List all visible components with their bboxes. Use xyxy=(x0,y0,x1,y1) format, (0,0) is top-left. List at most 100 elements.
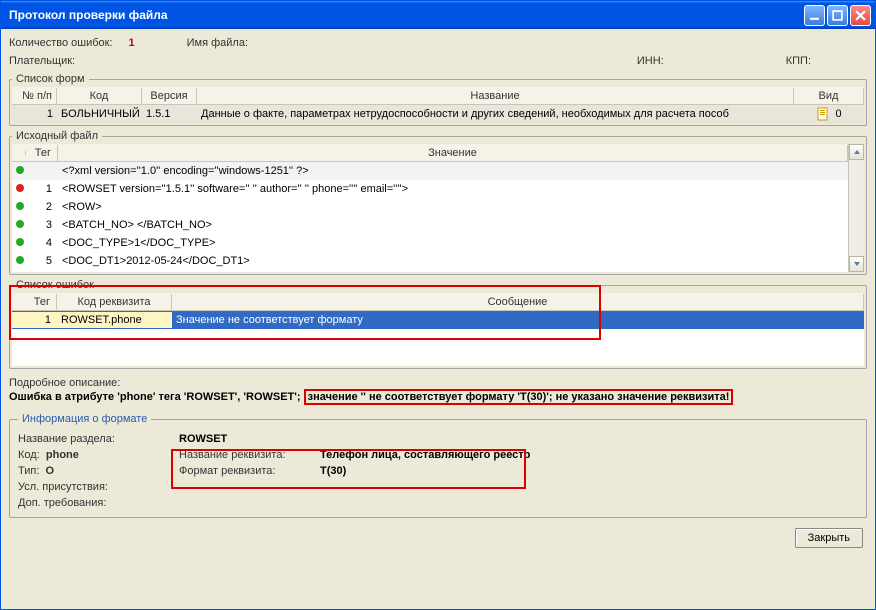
payer-label: Плательщик: xyxy=(9,55,75,67)
detail-area: Подробное описание: Ошибка в атрибуте 'p… xyxy=(9,377,867,403)
errors-fieldset: Список ошибок Тег Код реквизита Сообщени… xyxy=(9,279,867,369)
cell-xml: <ROW> xyxy=(58,199,848,215)
cell-rownum xyxy=(26,169,58,173)
detail-text: Ошибка в атрибуте 'phone' тега 'ROWSET',… xyxy=(9,391,867,403)
status-dot xyxy=(12,235,26,251)
cell-name: Данные о факте, параметрах нетрудоспособ… xyxy=(197,106,794,122)
titlebar-buttons xyxy=(804,5,871,26)
col-err-code[interactable]: Код реквизита xyxy=(57,294,172,310)
detail-emph: значение '' не соответствует формату 'T(… xyxy=(304,389,734,405)
code-value: phone xyxy=(46,449,79,461)
format-info-legend: Информация о формате xyxy=(18,413,151,425)
col-name[interactable]: Название xyxy=(197,88,794,104)
detail-prefix: Ошибка в атрибуте 'phone' тега 'ROWSET',… xyxy=(9,391,301,403)
table-row[interactable]: 5 <DOC_DT1>2012-05-24</DOC_DT1> xyxy=(12,252,848,270)
forms-body: 1 БОЛЬНИЧНЫЙ 1.5.1 Данные о факте, парам… xyxy=(12,105,864,123)
source-fieldset: Исходный файл Тег Значение <?xml version… xyxy=(9,130,867,275)
table-row[interactable]: 1 БОЛЬНИЧНЫЙ 1.5.1 Данные о факте, парам… xyxy=(12,105,864,123)
page-icon xyxy=(816,107,830,121)
status-dot xyxy=(12,253,26,269)
cell-err-code: ROWSET.phone xyxy=(57,312,172,328)
err-count-label: Количество ошибок: xyxy=(9,37,113,49)
cell-code: БОЛЬНИЧНЫЙ xyxy=(57,106,142,122)
file-name-label: Имя файла: xyxy=(187,37,248,49)
err-count-value: 1 xyxy=(129,37,135,49)
errors-body[interactable]: 1 ROWSET.phone Значение не соответствует… xyxy=(12,311,864,366)
inn-label: ИНН: xyxy=(637,55,664,67)
header-row-2: Плательщик: ИНН: КПП: xyxy=(9,55,867,67)
col-tag[interactable]: Тег xyxy=(26,145,58,161)
table-row[interactable]: 4 <DOC_TYPE>1</DOC_TYPE> xyxy=(12,234,848,252)
scroll-track[interactable] xyxy=(849,160,864,256)
detail-label: Подробное описание: xyxy=(9,377,867,389)
scroll-up-button[interactable] xyxy=(849,144,864,160)
status-dot xyxy=(12,217,26,233)
kpp-label: КПП: xyxy=(786,55,811,67)
req-label: Доп. требования: xyxy=(18,497,173,509)
info-grid: Название раздела: ROWSET Код: phone Назв… xyxy=(18,433,858,509)
section-label: Название раздела: xyxy=(18,433,173,445)
maximize-button[interactable] xyxy=(827,5,848,26)
cell-rownum: 4 xyxy=(26,235,58,251)
code-label: Код: phone xyxy=(18,449,173,461)
type-value: O xyxy=(46,465,55,477)
content-area: Количество ошибок: 1 Имя файла: Плательщ… xyxy=(1,29,875,609)
name-label: Название реквизита: xyxy=(179,449,314,461)
source-body[interactable]: <?xml version=''1.0'' encoding=''windows… xyxy=(12,162,848,272)
button-row: Закрыть xyxy=(9,528,867,552)
header-row-1: Количество ошибок: 1 Имя файла: xyxy=(9,37,867,49)
fmt-label: Формат реквизита: xyxy=(179,465,314,477)
pres-label: Усл. присутствия: xyxy=(18,481,173,493)
cell-view-text: 0 xyxy=(835,108,841,120)
close-button[interactable]: Закрыть xyxy=(795,528,863,548)
name-value: Телефон лица, составляющего реестр xyxy=(320,449,530,461)
table-row[interactable]: <?xml version=''1.0'' encoding=''windows… xyxy=(12,162,848,180)
col-code[interactable]: Код xyxy=(57,88,142,104)
format-info-fieldset: Информация о формате Название раздела: R… xyxy=(9,413,867,518)
cell-rownum: 5 xyxy=(26,253,58,269)
forms-header: № п/п Код Версия Название Вид xyxy=(12,87,864,105)
window-title: Протокол проверки файла xyxy=(9,8,804,22)
cell-rownum: 2 xyxy=(26,199,58,215)
status-dot xyxy=(12,199,26,215)
cell-rownum: 1 xyxy=(26,181,58,197)
table-row[interactable]: 2 <ROW> xyxy=(12,198,848,216)
cell-xml: <DOC_TYPE>1</DOC_TYPE> xyxy=(58,235,848,251)
type-label: Тип: O xyxy=(18,465,173,477)
errors-legend: Список ошибок xyxy=(12,279,98,291)
col-val[interactable]: Значение xyxy=(58,145,848,161)
col-np[interactable]: № п/п xyxy=(12,88,57,104)
col-ver[interactable]: Версия xyxy=(142,88,197,104)
close-window-button[interactable] xyxy=(850,5,871,26)
window-titlebar: Протокол проверки файла xyxy=(1,1,875,29)
col-status[interactable] xyxy=(12,151,26,155)
minimize-button[interactable] xyxy=(804,5,825,26)
cell-view: 0 xyxy=(794,105,864,123)
cell-err-msg: Значение не соответствует формату xyxy=(172,312,864,328)
forms-fieldset: Список форм № п/п Код Версия Название Ви… xyxy=(9,73,867,126)
col-err-msg[interactable]: Сообщение xyxy=(172,294,864,310)
fmt-value: T(30) xyxy=(320,465,346,477)
source-scrollbar[interactable] xyxy=(848,144,864,272)
status-dot xyxy=(12,163,26,179)
cell-err-tag: 1 xyxy=(12,312,57,328)
forms-legend: Список форм xyxy=(12,73,89,85)
cell-np: 1 xyxy=(12,106,57,122)
table-row[interactable]: 3 <BATCH_NO> </BATCH_NO> xyxy=(12,216,848,234)
cell-ver: 1.5.1 xyxy=(142,106,197,122)
table-row[interactable]: 1 <ROWSET version=''1.5.1'' software='' … xyxy=(12,180,848,198)
scroll-down-button[interactable] xyxy=(849,256,864,272)
source-header: Тег Значение xyxy=(12,144,848,162)
col-err-tag[interactable]: Тег xyxy=(12,294,57,310)
section-value: ROWSET xyxy=(179,433,858,445)
cell-xml: <?xml version=''1.0'' encoding=''windows… xyxy=(58,163,848,179)
status-dot xyxy=(12,181,26,197)
source-legend: Исходный файл xyxy=(12,130,102,142)
table-row[interactable]: 1 ROWSET.phone Значение не соответствует… xyxy=(12,311,864,329)
cell-xml: <BATCH_NO> </BATCH_NO> xyxy=(58,217,848,233)
errors-header: Тег Код реквизита Сообщение xyxy=(12,293,864,311)
cell-rownum: 3 xyxy=(26,217,58,233)
col-view[interactable]: Вид xyxy=(794,88,864,104)
cell-xml: <ROWSET version=''1.5.1'' software='' ''… xyxy=(58,181,848,197)
cell-xml: <DOC_DT1>2012-05-24</DOC_DT1> xyxy=(58,253,848,269)
